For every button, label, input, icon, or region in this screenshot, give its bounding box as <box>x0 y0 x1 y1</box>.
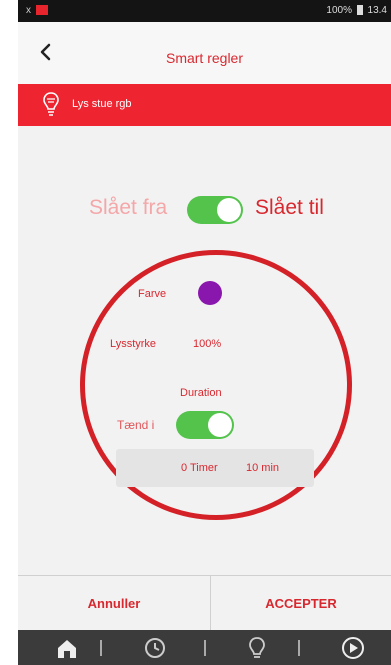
play-icon <box>342 637 364 659</box>
bottom-nav <box>18 630 391 665</box>
power-toggle-row: Slået fra Slået til <box>18 192 391 228</box>
toggle-knob <box>208 413 232 437</box>
status-notifications: x <box>26 5 48 16</box>
device-bar: Lys stue rgb <box>18 84 391 126</box>
nav-scenes[interactable] <box>340 635 366 661</box>
duration-picker[interactable]: 0 Timer 10 min <box>116 449 314 487</box>
turn-on-label: Tænd i <box>117 418 155 432</box>
notification-icon: x <box>26 5 31 16</box>
off-label: Slået fra <box>89 196 168 219</box>
status-bar: x 100% 13.4 <box>18 0 391 22</box>
page-title: Smart regler <box>165 50 244 66</box>
bulb-icon <box>249 637 265 658</box>
nav-devices[interactable] <box>244 635 270 661</box>
hours-value[interactable]: 0 Timer <box>181 462 218 474</box>
minutes-value[interactable]: 10 min <box>246 462 279 474</box>
phone-screen: x 100% 13.4 Smart regler Lys stue rgb Sl… <box>18 0 391 665</box>
battery-icon <box>356 5 363 16</box>
bulb-icon <box>43 92 59 116</box>
action-bar: Annuller ACCEPTER <box>18 575 391 631</box>
on-label: Slået til <box>255 196 324 219</box>
color-picker-swatch[interactable] <box>198 281 222 305</box>
status-time: 13.4 <box>367 5 387 16</box>
brightness-label: Lysstyrke <box>110 338 157 350</box>
duration-label: Duration <box>180 387 222 399</box>
brightness-value[interactable]: 100% <box>193 338 221 350</box>
cancel-button[interactable]: Annuller <box>18 576 210 631</box>
nav-home[interactable] <box>54 635 80 661</box>
toggle-knob <box>217 198 241 222</box>
nav-separator <box>100 640 102 656</box>
color-label: Farve <box>138 288 167 300</box>
status-indicators: 100% 13.4 <box>326 5 387 16</box>
app-header: Smart regler <box>18 22 391 84</box>
nav-schedule[interactable] <box>142 635 168 661</box>
nav-separator <box>204 640 206 656</box>
nav-separator <box>298 640 300 656</box>
accept-button[interactable]: ACCEPTER <box>211 576 391 631</box>
home-icon <box>58 640 76 658</box>
battery-percent: 100% <box>326 5 352 16</box>
device-name: Lys stue rgb <box>72 98 132 110</box>
power-toggle[interactable] <box>187 196 243 224</box>
notification-badge-icon <box>35 5 48 16</box>
clock-icon <box>145 638 165 658</box>
turn-on-toggle[interactable] <box>176 411 234 439</box>
